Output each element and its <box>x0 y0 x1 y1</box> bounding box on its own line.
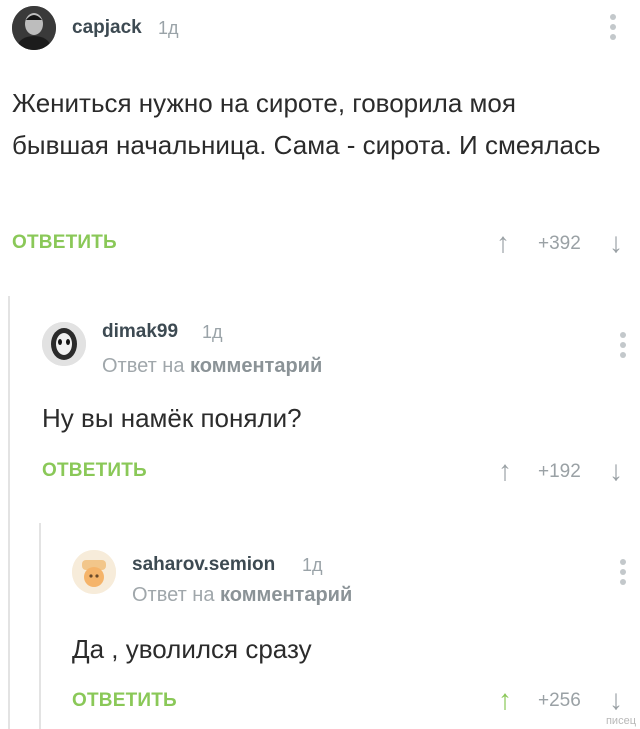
arrow-up-icon[interactable]: ↑ <box>498 686 512 714</box>
reply-button[interactable]: ОТВЕТИТЬ <box>42 460 147 482</box>
avatar[interactable] <box>72 550 116 594</box>
comment: saharov.semion 1д Ответ на комментарий Д… <box>40 525 640 729</box>
rating: +192 <box>538 461 581 482</box>
comment-text: Жениться нужно на сироте, говорила моя б… <box>12 88 601 160</box>
arrow-down-icon[interactable]: ↓ <box>609 686 623 714</box>
comment-text: Ну вы намёк поняли? <box>42 403 302 433</box>
username[interactable]: dimak99 <box>102 321 178 343</box>
more-vertical-icon[interactable] <box>609 14 617 44</box>
more-vertical-icon[interactable] <box>619 559 627 589</box>
reply-target-link[interactable]: комментарий <box>190 355 322 377</box>
comment: capjack 1д Жениться нужно на сироте, гов… <box>0 0 640 280</box>
watermark: писец <box>605 715 636 727</box>
comment-text: Да , уволился сразу <box>72 634 312 664</box>
reply-target-link[interactable]: комментарий <box>220 584 352 606</box>
avatar[interactable] <box>12 6 56 50</box>
more-vertical-icon[interactable] <box>619 332 627 362</box>
rating: +256 <box>538 690 581 711</box>
timestamp: 1д <box>158 18 179 38</box>
timestamp: 1д <box>202 322 223 342</box>
reply-to-label[interactable]: Ответ на комментарий <box>132 584 352 607</box>
comment: dimak99 1д Ответ на комментарий Ну вы на… <box>10 300 640 500</box>
reply-prefix: Ответ на <box>102 355 185 377</box>
reply-button[interactable]: ОТВЕТИТЬ <box>72 690 177 712</box>
username[interactable]: capjack <box>72 17 142 39</box>
username[interactable]: saharov.semion <box>132 554 275 576</box>
reply-button[interactable]: ОТВЕТИТЬ <box>12 232 117 254</box>
arrow-down-icon[interactable]: ↓ <box>609 229 623 257</box>
timestamp: 1д <box>302 555 323 575</box>
arrow-up-icon[interactable]: ↑ <box>498 457 512 485</box>
avatar[interactable] <box>42 322 86 366</box>
reply-prefix: Ответ на <box>132 584 215 606</box>
arrow-up-icon[interactable]: ↑ <box>496 229 510 257</box>
arrow-down-icon[interactable]: ↓ <box>609 457 623 485</box>
rating: +392 <box>538 233 581 254</box>
reply-to-label[interactable]: Ответ на комментарий <box>102 355 322 378</box>
